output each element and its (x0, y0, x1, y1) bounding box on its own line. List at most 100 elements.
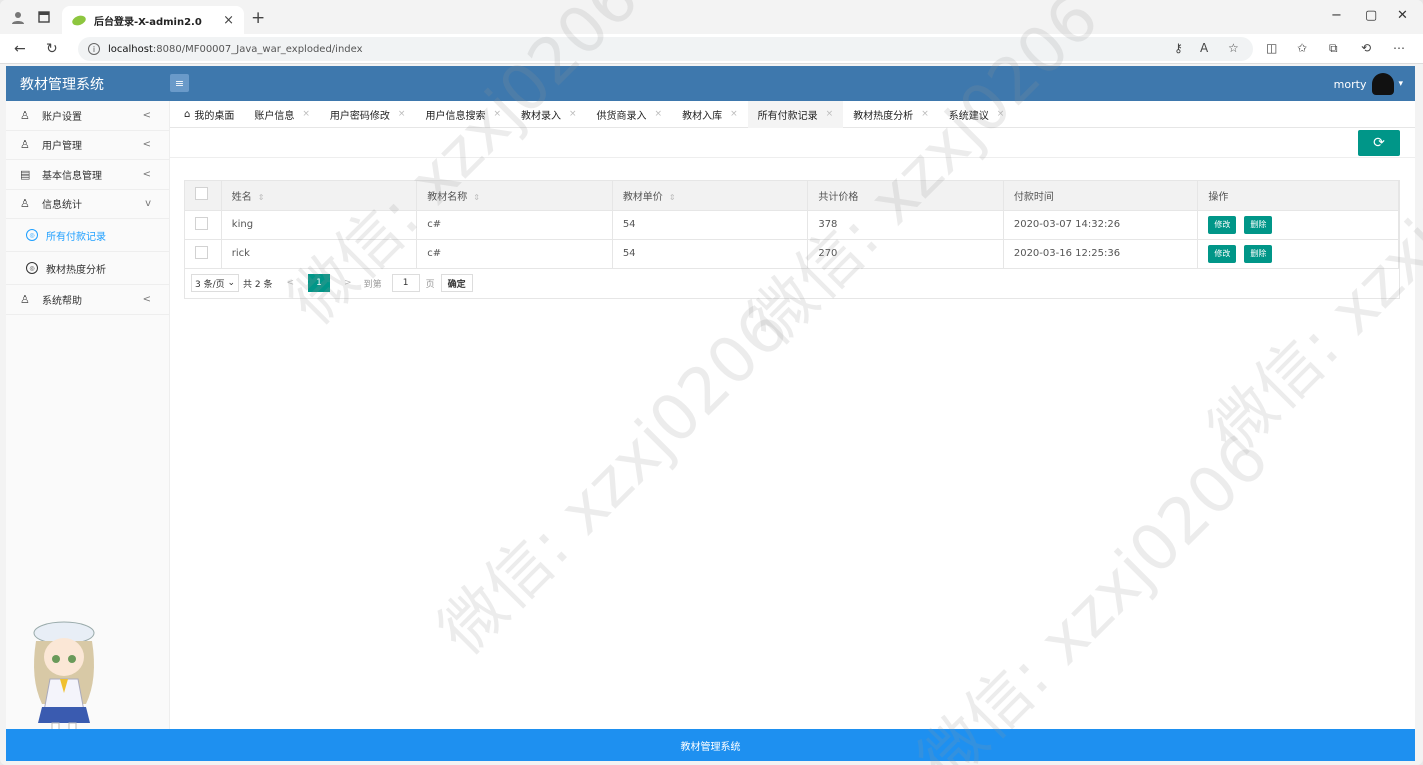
column-header-actions: 操作 (1197, 181, 1399, 211)
tab-close-icon[interactable]: × (302, 109, 310, 119)
tab-label: 教材热度分析 (853, 110, 914, 122)
tab-close-icon[interactable]: × (493, 109, 501, 119)
tab-desktop[interactable]: ⌂ 我的桌面 (174, 101, 244, 128)
content-toolbar: ⟳ (170, 128, 1415, 158)
page-tabs: ⌂ 我的桌面 账户信息 × 用户密码修改 × 用户信息搜索 × 教材录入 × 供货商录入… (170, 100, 1415, 128)
tab-close-icon[interactable]: × (655, 109, 663, 119)
column-header-time: 付款时间 (1003, 181, 1199, 211)
avatar[interactable] (1372, 73, 1395, 95)
tab-password[interactable]: 用户密码修改 × (320, 101, 416, 128)
column-header-book[interactable]: 教材名称 ⇕ (416, 181, 613, 211)
column-header-name[interactable]: 姓名 ⇕ (221, 181, 418, 211)
per-page-select[interactable]: 3 条/页 ⌄ (191, 274, 240, 292)
tab-payments[interactable]: 所有付款记录 × (747, 100, 844, 128)
sort-icon[interactable]: ⇕ (258, 193, 265, 202)
url-path: :8080/MF00007_Java_war_exploded/index (152, 43, 363, 55)
sidebar-item-basic-info[interactable]: ▤ 基本信息管理 < (6, 160, 169, 190)
sidebar-subitem-payments[interactable]: ◎ 所有付款记录 (6, 219, 169, 252)
cell-actions: 修改 删除 (1197, 239, 1399, 269)
sidebar-item-label: 用户管理 (42, 141, 82, 153)
table-row: king c# 54 378 2020-03-07 14:32:26 修改 删除 (185, 210, 1399, 240)
key-icon[interactable]: ⚷ (1174, 41, 1183, 55)
circle-icon: ◎ (26, 229, 38, 241)
sidebar-item-users[interactable]: ♙ 用户管理 < (6, 131, 169, 160)
tab-supplier-entry[interactable]: 供货商录入 × (587, 101, 673, 128)
favorites-icon[interactable]: ✩ (1297, 41, 1307, 55)
prev-page-icon[interactable]: < (287, 278, 295, 288)
history-icon[interactable]: ⟲ (1361, 41, 1371, 55)
delete-button[interactable]: 删除 (1244, 244, 1273, 263)
tab-popularity[interactable]: 教材热度分析 × (843, 101, 939, 128)
cell-name: king (221, 210, 418, 240)
title-bar: 后台登录-X-admin2.0 × + − ▢ ✕ (0, 0, 1423, 34)
sidebar-item-statistics[interactable]: ♙ 信息统计 v (6, 190, 169, 219)
user-icon: ♙ (20, 292, 30, 306)
next-page-icon[interactable]: > (344, 278, 352, 288)
goto-label: 到第 (363, 279, 382, 290)
confirm-page-button[interactable]: 确定 (440, 274, 473, 292)
new-tab-button[interactable]: + (251, 8, 265, 28)
tab-book-entry[interactable]: 教材录入 × (511, 101, 587, 128)
tab-actions-icon[interactable] (36, 9, 52, 25)
reload-icon[interactable]: ↻ (46, 41, 58, 57)
tab-label: 账户信息 (254, 110, 295, 122)
tab-stock-in[interactable]: 教材入库 × (672, 101, 748, 128)
minimize-button[interactable]: − (1331, 8, 1342, 23)
tab-label: 用户信息搜索 (425, 110, 486, 122)
cell-book: c# (416, 239, 613, 269)
sort-icon[interactable]: ⇕ (473, 193, 480, 202)
menu-toggle-icon[interactable]: ≡ (170, 74, 189, 92)
profile-icon[interactable] (10, 9, 26, 25)
tab-close-icon[interactable]: × (398, 109, 406, 119)
row-checkbox[interactable] (195, 216, 208, 230)
row-checkbox[interactable] (195, 245, 208, 259)
goto-page-input[interactable]: 1 (391, 274, 420, 292)
tab-close-icon[interactable]: × (223, 13, 234, 28)
chevron-left-icon: < (142, 168, 151, 180)
split-screen-icon[interactable]: ◫ (1266, 41, 1277, 55)
collections-icon[interactable]: ⧉ (1329, 41, 1338, 56)
caret-down-icon[interactable]: ▾ (1398, 79, 1403, 89)
url-field[interactable]: i localhost:8080/MF00007_Java_war_explod… (78, 37, 1253, 61)
favorite-add-icon[interactable]: ☆ (1228, 41, 1239, 55)
edit-button[interactable]: 修改 (1208, 244, 1237, 263)
tab-suggestions[interactable]: 系统建议 × (939, 101, 1015, 128)
read-aloud-icon[interactable]: A (1200, 41, 1208, 55)
sidebar-subitem-label: 教材热度分析 (46, 264, 106, 276)
more-icon[interactable]: ⋯ (1393, 41, 1405, 55)
tab-close-icon[interactable]: × (730, 109, 738, 119)
user-menu[interactable]: morty ▾ (1334, 73, 1403, 95)
tab-label: 教材入库 (682, 110, 723, 122)
sort-icon[interactable]: ⇕ (669, 193, 676, 202)
sidebar-item-account[interactable]: ♙ 账户设置 < (6, 101, 169, 131)
total-count: 共 2 条 (243, 279, 273, 290)
column-header-price[interactable]: 教材单价 ⇕ (612, 181, 809, 211)
cell-total: 378 (807, 210, 1004, 240)
app-footer: 教材管理系统 (6, 729, 1415, 761)
username[interactable]: morty (1334, 78, 1367, 91)
info-icon[interactable]: i (88, 43, 100, 55)
sidebar-subitem-popularity[interactable]: ◎ 教材热度分析 (6, 252, 169, 285)
restore-button[interactable]: ▢ (1365, 8, 1377, 23)
edit-button[interactable]: 修改 (1208, 215, 1237, 234)
sidebar-item-help[interactable]: ♙ 系统帮助 < (6, 285, 169, 315)
select-all-cell[interactable] (185, 181, 222, 211)
tab-close-icon[interactable]: × (826, 109, 834, 119)
back-icon[interactable]: ← (14, 41, 26, 57)
page-1-button[interactable]: 1 (308, 274, 331, 292)
refresh-button[interactable]: ⟳ (1358, 130, 1400, 156)
cell-total: 270 (807, 239, 1004, 269)
address-bar-row: ← ↻ i localhost:8080/MF00007_Java_war_ex… (0, 34, 1423, 64)
browser-tab[interactable]: 后台登录-X-admin2.0 × (62, 6, 244, 34)
tab-close-icon[interactable]: × (569, 109, 577, 119)
column-header-total: 共计价格 (807, 181, 1004, 211)
delete-button[interactable]: 删除 (1244, 215, 1273, 234)
app-logo[interactable]: 教材管理系统 (20, 74, 104, 94)
tab-close-icon[interactable]: × (921, 109, 929, 119)
cell-price: 54 (612, 239, 809, 269)
window-close-button[interactable]: ✕ (1397, 8, 1408, 23)
tab-close-icon[interactable]: × (997, 109, 1005, 119)
tab-user-search[interactable]: 用户信息搜索 × (415, 101, 511, 128)
tab-account-info[interactable]: 账户信息 × (244, 101, 320, 128)
select-all-checkbox[interactable] (195, 187, 208, 201)
